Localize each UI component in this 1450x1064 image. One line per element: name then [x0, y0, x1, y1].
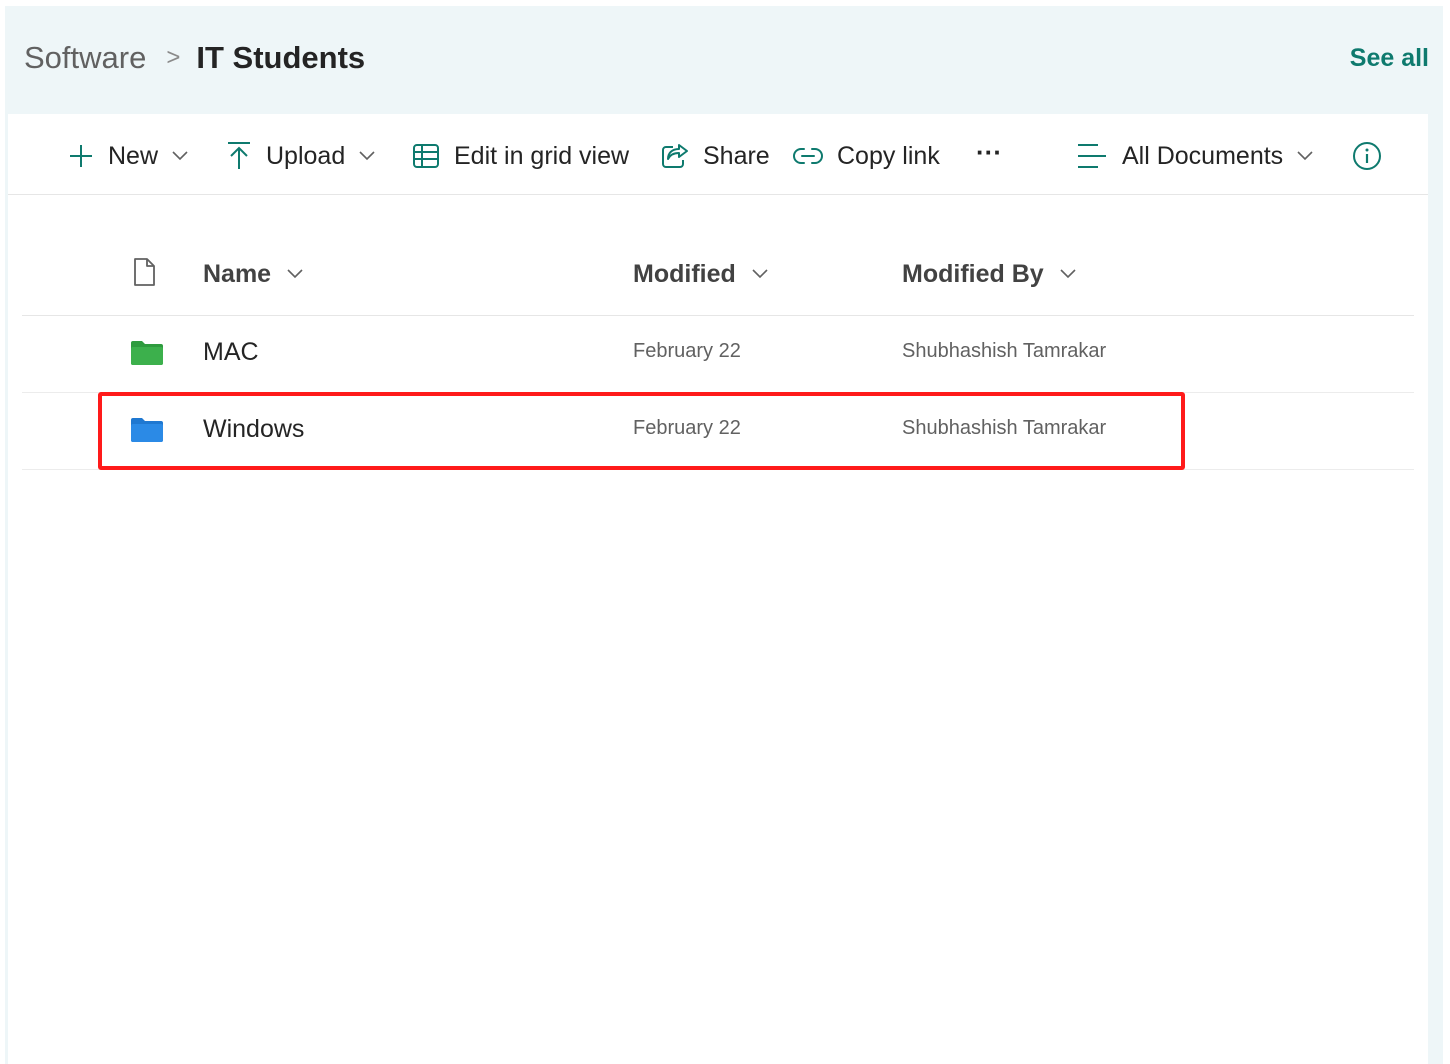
share-button[interactable]: Share	[661, 136, 770, 176]
info-button[interactable]	[1352, 136, 1382, 176]
grid-icon	[412, 143, 440, 169]
more-button-label: ···	[976, 136, 1002, 167]
table-row[interactable]: MAC February 22 Shubhashish Tamrakar	[22, 316, 1414, 393]
view-switcher-button[interactable]: All Documents	[1076, 136, 1313, 176]
column-header-modified-label: Modified	[633, 259, 736, 288]
command-bar: New Upload Edit in grid view Share Copy …	[8, 114, 1428, 195]
see-all-link[interactable]: See all	[1350, 44, 1429, 73]
row-modified-by: Shubhashish Tamrakar	[902, 340, 1107, 362]
new-button[interactable]: New	[68, 136, 188, 176]
info-icon	[1352, 141, 1382, 171]
share-icon	[661, 143, 689, 169]
copy-link-label: Copy link	[837, 141, 940, 170]
row-name[interactable]: Windows	[203, 415, 304, 444]
edit-in-grid-view-button[interactable]: Edit in grid view	[412, 136, 629, 176]
column-header-name[interactable]: Name	[203, 254, 303, 294]
link-icon	[793, 146, 823, 166]
share-button-label: Share	[703, 141, 770, 170]
library-frame: Software > IT Students See all New Uploa	[5, 6, 1443, 1064]
breadcrumb: Software > IT Students	[24, 36, 365, 80]
breadcrumb-separator: >	[166, 44, 181, 71]
folder-icon	[130, 417, 164, 448]
upload-button[interactable]: Upload	[226, 136, 375, 176]
view-switcher-label: All Documents	[1122, 141, 1284, 170]
column-header-modified-by[interactable]: Modified By	[902, 254, 1076, 294]
row-name[interactable]: MAC	[203, 338, 259, 367]
row-modified-by: Shubhashish Tamrakar	[902, 417, 1107, 439]
upload-button-label: Upload	[266, 141, 346, 170]
column-header-name-label: Name	[203, 259, 272, 288]
chevron-down-icon	[172, 151, 188, 161]
row-modified: February 22	[633, 340, 741, 362]
edit-in-grid-view-label: Edit in grid view	[454, 141, 630, 170]
more-icon[interactable]: ···	[976, 132, 1002, 172]
plus-icon	[68, 143, 94, 169]
library-panel: New Upload Edit in grid view Share Copy …	[8, 114, 1428, 1064]
document-icon[interactable]	[132, 257, 156, 292]
chevron-down-icon	[1297, 151, 1313, 161]
chevron-down-icon	[359, 151, 375, 161]
list-view-icon	[1076, 142, 1108, 170]
column-header-modified-by-label: Modified By	[902, 259, 1044, 288]
breadcrumb-parent[interactable]: Software	[24, 40, 146, 76]
chevron-down-icon	[752, 269, 768, 279]
list-column-headers: Name Modified Modified By	[22, 232, 1414, 316]
breadcrumb-current: IT Students	[196, 40, 366, 75]
column-header-modified[interactable]: Modified	[633, 254, 768, 294]
library-header: Software > IT Students See all	[5, 6, 1443, 114]
upload-icon	[226, 141, 252, 171]
chevron-down-icon	[287, 269, 303, 279]
table-row[interactable]: Windows February 22 Shubhashish Tamrakar	[22, 393, 1414, 470]
copy-link-button[interactable]: Copy link	[793, 136, 940, 176]
chevron-down-icon	[1060, 269, 1076, 279]
row-modified: February 22	[633, 417, 741, 439]
folder-icon	[130, 340, 164, 371]
new-button-label: New	[108, 141, 159, 170]
